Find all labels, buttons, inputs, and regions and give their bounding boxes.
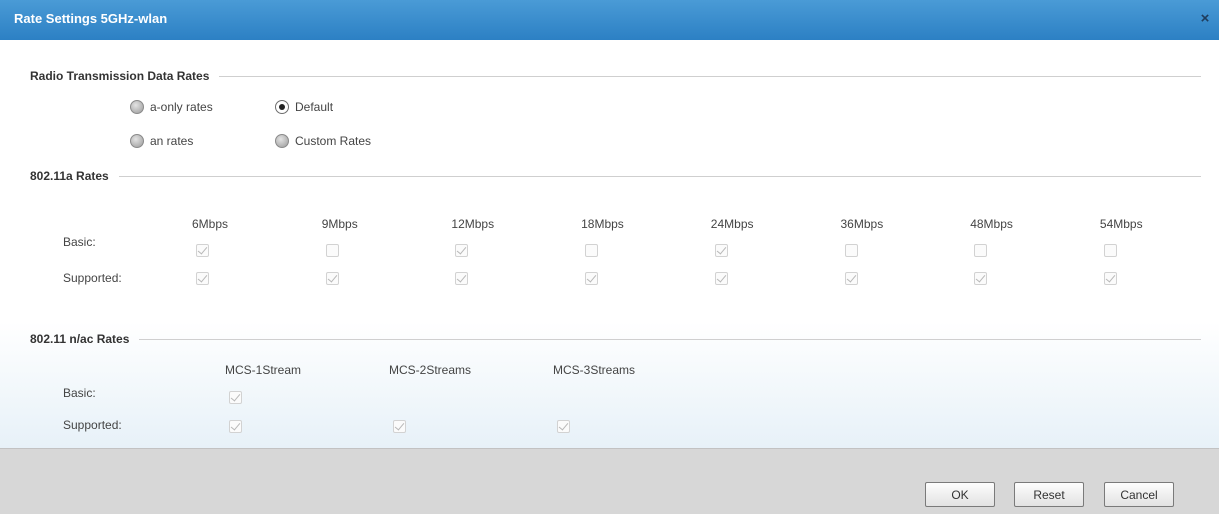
supported-checkbox[interactable]: [714, 272, 728, 285]
section-radio-transmission-data-rates: Radio Transmission Data Rates: [30, 69, 1201, 83]
radio-label: Custom Rates: [295, 134, 372, 148]
radio-button[interactable]: [275, 100, 289, 114]
cancel-button[interactable]: Cancel: [1104, 482, 1174, 507]
section-80211nac-rates: 802.11 n/ac Rates: [30, 332, 1201, 346]
supported-checkbox[interactable]: [1103, 272, 1117, 285]
reset-button[interactable]: Reset: [1014, 482, 1084, 507]
section-divider: [139, 338, 1201, 340]
radio-an-rates[interactable]: an rates: [130, 134, 193, 148]
ok-button[interactable]: OK: [925, 482, 995, 507]
supported-checkbox[interactable]: [844, 272, 858, 285]
column-header: 24Mbps: [710, 217, 754, 231]
basic-checkbox[interactable]: [1103, 244, 1117, 257]
supported-checkbox[interactable]: [393, 420, 406, 433]
close-icon[interactable]: ×: [1197, 11, 1213, 27]
column-header: 18Mbps: [581, 217, 624, 231]
basic-checkbox[interactable]: [585, 244, 599, 257]
supported-checkbox[interactable]: [229, 420, 242, 433]
dialog-title: Rate Settings 5GHz-wlan: [14, 11, 168, 26]
radio-a-only-rates[interactable]: a-only rates: [130, 100, 213, 114]
column-header: 48Mbps: [970, 217, 1013, 231]
column-header: MCS-2Streams: [389, 363, 472, 377]
dialog-titlebar: Rate Settings 5GHz-wlan ×: [0, 0, 1219, 40]
supported-checkbox[interactable]: [325, 272, 339, 285]
row-label-basic: Basic:: [63, 386, 96, 400]
basic-checkbox[interactable]: [229, 391, 242, 404]
basic-checkbox[interactable]: [844, 244, 858, 257]
supported-checkbox[interactable]: [455, 272, 469, 285]
row-label-basic: Basic:: [63, 235, 96, 249]
radio-label: Default: [295, 100, 334, 114]
radio-label: a-only rates: [150, 100, 213, 114]
section-divider: [118, 175, 1201, 177]
section-title: Radio Transmission Data Rates: [30, 69, 210, 83]
column-header: MCS-1Stream: [225, 363, 302, 377]
column-header: 36Mbps: [840, 217, 884, 231]
dialog-footer: OK Reset Cancel: [0, 448, 1219, 514]
basic-checkbox[interactable]: [325, 244, 339, 257]
column-header: 12Mbps: [451, 217, 495, 231]
radio-button[interactable]: [130, 134, 144, 148]
column-header: MCS-3Streams: [553, 363, 636, 377]
column-header: 9Mbps: [321, 217, 358, 231]
section-80211a-rates: 802.11a Rates: [30, 169, 1201, 183]
section-title: 802.11 n/ac Rates: [30, 332, 130, 346]
radio-label: an rates: [150, 134, 194, 148]
section-divider: [219, 75, 1201, 77]
column-header: 6Mbps: [192, 217, 229, 231]
column-header: 54Mbps: [1099, 217, 1143, 231]
radio-button[interactable]: [130, 100, 144, 114]
radio-custom-rates[interactable]: Custom Rates: [275, 134, 371, 148]
row-label-supported: Supported:: [63, 271, 122, 285]
supported-checkbox[interactable]: [196, 272, 209, 285]
supported-checkbox[interactable]: [974, 272, 988, 285]
supported-checkbox[interactable]: [557, 420, 570, 433]
radio-default[interactable]: Default: [275, 100, 333, 114]
dialog-content: Radio Transmission Data Rates a-only rat…: [0, 40, 1219, 448]
basic-checkbox[interactable]: [196, 244, 209, 257]
basic-checkbox[interactable]: [974, 244, 988, 257]
radio-button[interactable]: [275, 134, 289, 148]
basic-checkbox[interactable]: [714, 244, 728, 257]
row-label-supported: Supported:: [63, 418, 122, 432]
section-title: 802.11a Rates: [30, 169, 109, 183]
basic-checkbox[interactable]: [455, 244, 469, 257]
supported-checkbox[interactable]: [585, 272, 599, 285]
